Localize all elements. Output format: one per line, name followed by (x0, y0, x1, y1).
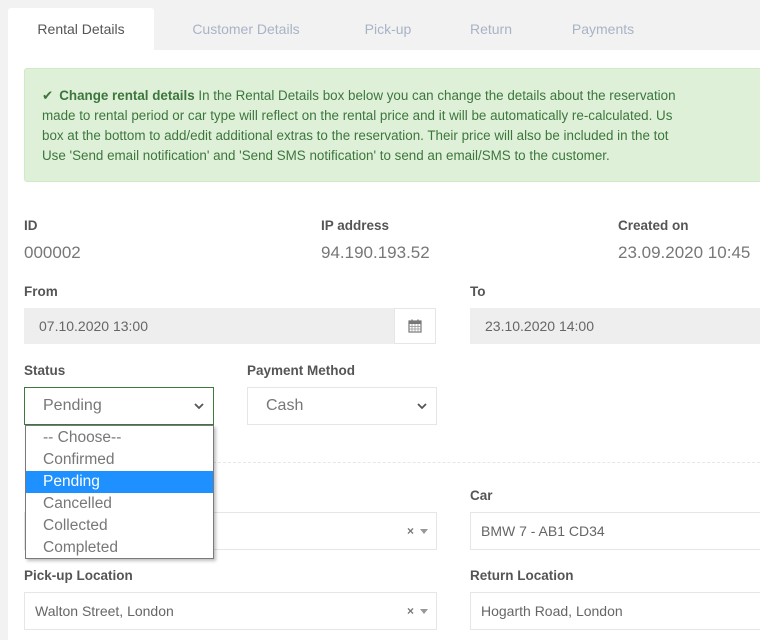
from-label: From (24, 284, 58, 299)
calendar-icon (408, 319, 422, 333)
created-on-value: 23.09.2020 10:45 (618, 243, 751, 262)
rental-page: Rental Details Customer Details Pick-up … (0, 0, 760, 640)
alert-line-3: box at the bottom to add/edit additional… (42, 128, 669, 143)
from-date-input[interactable]: 07.10.2020 13:00 (24, 308, 394, 344)
chevron-down-icon (194, 403, 204, 410)
payment-method-value: Cash (266, 397, 304, 414)
status-option-completed[interactable]: Completed (26, 537, 213, 559)
tab-return[interactable]: Return (438, 8, 544, 50)
tab-rental-details[interactable]: Rental Details (8, 8, 154, 50)
tab-customer-details[interactable]: Customer Details (154, 8, 338, 50)
status-option-cancelled[interactable]: Cancelled (26, 493, 213, 515)
clear-icon[interactable]: × (407, 513, 414, 549)
alert-line-4: Use 'Send email notification' and 'Send … (42, 148, 610, 163)
pick-up-location-value: Walton Street, London (35, 603, 174, 619)
alert-line-2: made to rental period or car type will r… (42, 108, 673, 123)
clear-icon[interactable]: × (407, 593, 414, 629)
status-option-choose[interactable]: -- Choose-- (26, 427, 213, 449)
pick-up-location-label: Pick-up Location (24, 568, 133, 583)
caret-down-icon (420, 529, 428, 534)
return-location-select[interactable]: Hogarth Road, London (470, 592, 760, 630)
caret-down-icon (420, 609, 428, 614)
to-date-input[interactable]: 23.10.2020 14:00 (470, 308, 760, 344)
status-label: Status (24, 363, 66, 378)
alert-line-1: In the Rental Details box below you can … (194, 88, 676, 103)
payment-method-label: Payment Method (247, 363, 356, 378)
car-select[interactable]: BMW 7 - AB1 CD34 (470, 512, 760, 550)
ip-address-label: IP address (321, 218, 390, 233)
created-on-label: Created on (618, 218, 689, 233)
section-divider (208, 462, 760, 463)
ip-address-value: 94.190.193.52 (321, 243, 430, 262)
id-label: ID (24, 218, 38, 233)
status-option-pending[interactable]: Pending (26, 471, 213, 493)
car-label: Car (470, 488, 493, 503)
tab-bar: Rental Details Customer Details Pick-up … (8, 8, 760, 50)
alert-title: Change rental details (59, 88, 195, 103)
return-location-label: Return Location (470, 568, 574, 583)
pick-up-location-select[interactable]: Walton Street, London × (24, 592, 437, 630)
payment-method-select[interactable]: Cash (247, 387, 437, 425)
check-icon: ✔ (42, 88, 54, 103)
status-selected-value: Pending (43, 397, 102, 414)
info-alert: ✔ Change rental details In the Rental Det… (24, 68, 760, 182)
id-value: 000002 (24, 243, 81, 262)
status-select[interactable]: Pending (24, 387, 214, 425)
tab-pick-up[interactable]: Pick-up (338, 8, 438, 50)
car-value: BMW 7 - AB1 CD34 (481, 523, 605, 539)
from-calendar-button[interactable] (394, 308, 436, 344)
return-location-value: Hogarth Road, London (481, 603, 623, 619)
status-dropdown-list: -- Choose-- Confirmed Pending Cancelled … (25, 425, 214, 559)
chevron-down-icon (417, 403, 427, 410)
tab-payments[interactable]: Payments (544, 8, 662, 50)
status-option-collected[interactable]: Collected (26, 515, 213, 537)
status-option-confirmed[interactable]: Confirmed (26, 449, 213, 471)
to-label: To (470, 284, 486, 299)
